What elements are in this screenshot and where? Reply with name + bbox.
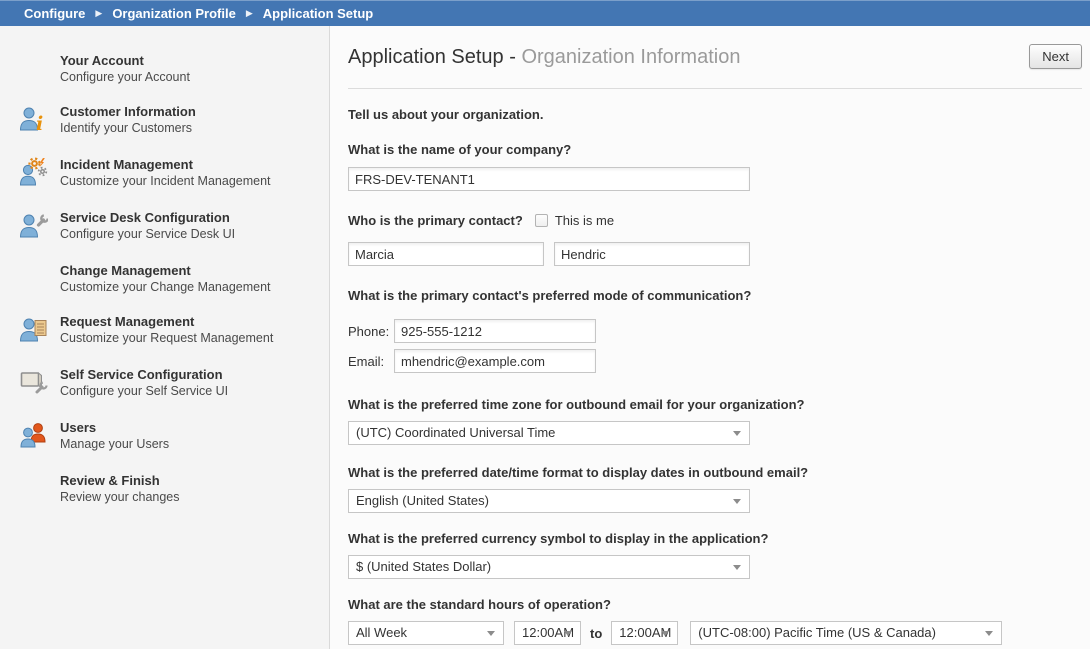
sidebar-item-label: Customer Information [60, 103, 196, 120]
request-management-icon [18, 313, 60, 349]
sidebar-item-your-account[interactable]: Your Account Configure your Account [18, 52, 329, 86]
primary-contact-question-text: Who is the primary contact? [348, 213, 523, 228]
this-is-me-label: This is me [555, 213, 614, 228]
sidebar-item-change-management[interactable]: Change Management Customize your Change … [18, 262, 329, 296]
company-name-question: What is the name of your company? [348, 142, 1082, 157]
datetime-format-select-value: English (United States) [356, 493, 489, 508]
chevron-down-icon [564, 631, 572, 636]
sidebar-item-sublabel: Customize your Request Management [60, 330, 273, 347]
sidebar-item-label: Users [60, 419, 169, 436]
this-is-me-checkbox[interactable] [535, 214, 548, 227]
svg-text:i: i [36, 113, 43, 134]
application-setup-panel: Application Setup - Organization Informa… [330, 26, 1090, 649]
hours-question: What are the standard hours of operation… [348, 597, 1082, 612]
email-input[interactable] [394, 349, 596, 373]
email-label: Email: [348, 354, 394, 369]
sidebar-item-review-finish[interactable]: Review & Finish Review your changes [18, 472, 329, 506]
timezone-question: What is the preferred time zone for outb… [348, 397, 1082, 412]
hours-days-select-value: All Week [356, 625, 407, 640]
icon-spacer [18, 262, 60, 296]
breadcrumb: Configure ▶ Organization Profile ▶ Appli… [0, 0, 1090, 26]
page-title-section: Organization Information [521, 46, 740, 68]
page-title: Application Setup - Organization Informa… [348, 44, 740, 70]
sidebar-item-label: Request Management [60, 313, 273, 330]
phone-input[interactable] [394, 319, 596, 343]
sidebar-item-label: Review & Finish [60, 472, 180, 489]
phone-label: Phone: [348, 324, 394, 339]
timezone-select[interactable]: (UTC) Coordinated Universal Time [348, 421, 750, 445]
first-name-input[interactable] [348, 242, 544, 266]
sidebar-item-users[interactable]: Users Manage your Users [18, 419, 329, 455]
sidebar-item-service-desk-configuration[interactable]: Service Desk Configuration Configure you… [18, 209, 329, 245]
sidebar-item-incident-management[interactable]: Incident Management Customize your Incid… [18, 156, 329, 192]
hours-timezone-value: (UTC-08:00) Pacific Time (US & Canada) [698, 625, 936, 640]
icon-spacer [18, 472, 60, 506]
chevron-down-icon [985, 631, 993, 636]
sidebar-item-label: Incident Management [60, 156, 271, 173]
next-button[interactable]: Next [1029, 44, 1082, 69]
sidebar-item-sublabel: Configure your Self Service UI [60, 383, 228, 400]
currency-select-value: $ (United States Dollar) [356, 559, 491, 574]
incident-management-icon [18, 156, 60, 192]
breadcrumb-item-organization-profile[interactable]: Organization Profile [112, 6, 236, 21]
primary-contact-question: Who is the primary contact? This is me [348, 213, 1082, 228]
customer-information-icon: i [18, 103, 60, 139]
datetime-format-select[interactable]: English (United States) [348, 489, 750, 513]
users-icon [18, 419, 60, 455]
hours-timezone-select[interactable]: (UTC-08:00) Pacific Time (US & Canada) [690, 621, 1002, 645]
form-intro-text: Tell us about your organization. [348, 107, 1082, 122]
sidebar-item-label: Your Account [60, 52, 190, 69]
sidebar-item-sublabel: Identify your Customers [60, 120, 196, 137]
currency-select[interactable]: $ (United States Dollar) [348, 555, 750, 579]
sidebar-item-request-management[interactable]: Request Management Customize your Reques… [18, 313, 329, 349]
company-name-input[interactable] [348, 167, 750, 191]
chevron-right-icon: ▶ [246, 9, 253, 18]
self-service-icon [18, 366, 60, 402]
breadcrumb-item-configure[interactable]: Configure [24, 6, 85, 21]
sidebar-item-sublabel: Configure your Service Desk UI [60, 226, 235, 243]
breadcrumb-item-application-setup[interactable]: Application Setup [263, 6, 374, 21]
hours-days-select[interactable]: All Week [348, 621, 504, 645]
sidebar-item-sublabel: Configure your Account [60, 69, 190, 86]
datetime-format-question: What is the preferred date/time format t… [348, 465, 1082, 480]
setup-wizard-sidebar: Your Account Configure your Account i Cu… [0, 26, 330, 649]
chevron-down-icon [733, 565, 741, 570]
chevron-down-icon [487, 631, 495, 636]
icon-spacer [18, 52, 60, 86]
sidebar-item-sublabel: Customize your Incident Management [60, 173, 271, 190]
sidebar-item-label: Self Service Configuration [60, 366, 228, 383]
last-name-input[interactable] [554, 242, 750, 266]
communication-question: What is the primary contact's preferred … [348, 288, 1082, 303]
sidebar-item-label: Change Management [60, 262, 271, 279]
chevron-down-icon [733, 499, 741, 504]
sidebar-item-customer-information[interactable]: i Customer Information Identify your Cus… [18, 103, 329, 139]
chevron-right-icon: ▶ [95, 9, 102, 18]
sidebar-item-sublabel: Manage your Users [60, 436, 169, 453]
hours-start-time-select[interactable]: 12:00AM [514, 621, 581, 645]
hours-end-time-select[interactable]: 12:00AM [611, 621, 678, 645]
hours-to-label: to [590, 626, 602, 641]
sidebar-item-label: Service Desk Configuration [60, 209, 235, 226]
service-desk-icon [18, 209, 60, 245]
chevron-down-icon [661, 631, 669, 636]
sidebar-item-sublabel: Customize your Change Management [60, 279, 271, 296]
sidebar-item-self-service-configuration[interactable]: Self Service Configuration Configure you… [18, 366, 329, 402]
timezone-select-value: (UTC) Coordinated Universal Time [356, 425, 555, 440]
chevron-down-icon [733, 431, 741, 436]
page-title-main: Application Setup - [348, 46, 516, 68]
sidebar-item-sublabel: Review your changes [60, 489, 180, 506]
currency-question: What is the preferred currency symbol to… [348, 531, 1082, 546]
